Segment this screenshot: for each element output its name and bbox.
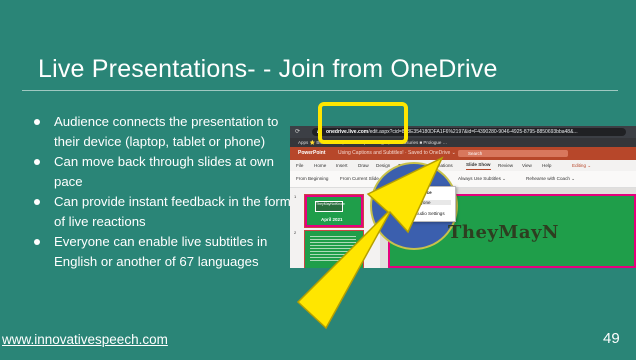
reload-icon: ⟳	[295, 129, 301, 135]
bullet-item: Everyone can enable live subtitles in En…	[34, 232, 296, 272]
slide-title: Live Presentations- - Join from OneDrive	[38, 55, 498, 83]
bullet-text: Can provide instant feedback in the form…	[54, 194, 291, 229]
bullet-text: Can move back through slides at own pace	[54, 154, 274, 189]
bullet-item: Audience connects the presentation to th…	[34, 112, 296, 152]
menu-review: Review	[498, 163, 514, 168]
website-link[interactable]: www.innovativespeech.com	[2, 332, 168, 347]
always-use-subtitles-button: Always Use Subtitles ⌄	[458, 176, 507, 181]
bullet-text: Everyone can enable live subtitles in En…	[54, 234, 268, 269]
search-box: Search	[458, 150, 568, 157]
bullet-dot-icon	[34, 199, 40, 205]
bullet-dot-icon	[34, 239, 40, 245]
slide-heading-text: TheyMayN	[448, 222, 559, 243]
menu-slide-show: Slide Show	[466, 160, 491, 170]
bullet-list: Audience connects the presentation to th…	[34, 112, 296, 272]
page-number: 49	[603, 330, 620, 347]
bullet-item: Can provide instant feedback in the form…	[34, 192, 296, 232]
menu-help: Help	[542, 163, 552, 168]
rehearse-with-coach-button: Rehearse with Coach ⌄	[526, 176, 576, 181]
slide: Live Presentations- - Join from OneDrive…	[0, 0, 636, 360]
pointer-arrow-icon	[296, 156, 444, 330]
bullet-item: Can move back through slides at own pace	[34, 152, 296, 192]
search-label: Search	[468, 151, 483, 156]
menu-view: View	[522, 163, 532, 168]
bullet-dot-icon	[34, 119, 40, 125]
editing-mode: Editing ⌄	[572, 163, 592, 168]
bullet-dot-icon	[34, 159, 40, 165]
title-divider	[22, 90, 618, 91]
highlight-box	[318, 102, 408, 144]
bullet-text: Audience connects the presentation to th…	[54, 114, 279, 149]
